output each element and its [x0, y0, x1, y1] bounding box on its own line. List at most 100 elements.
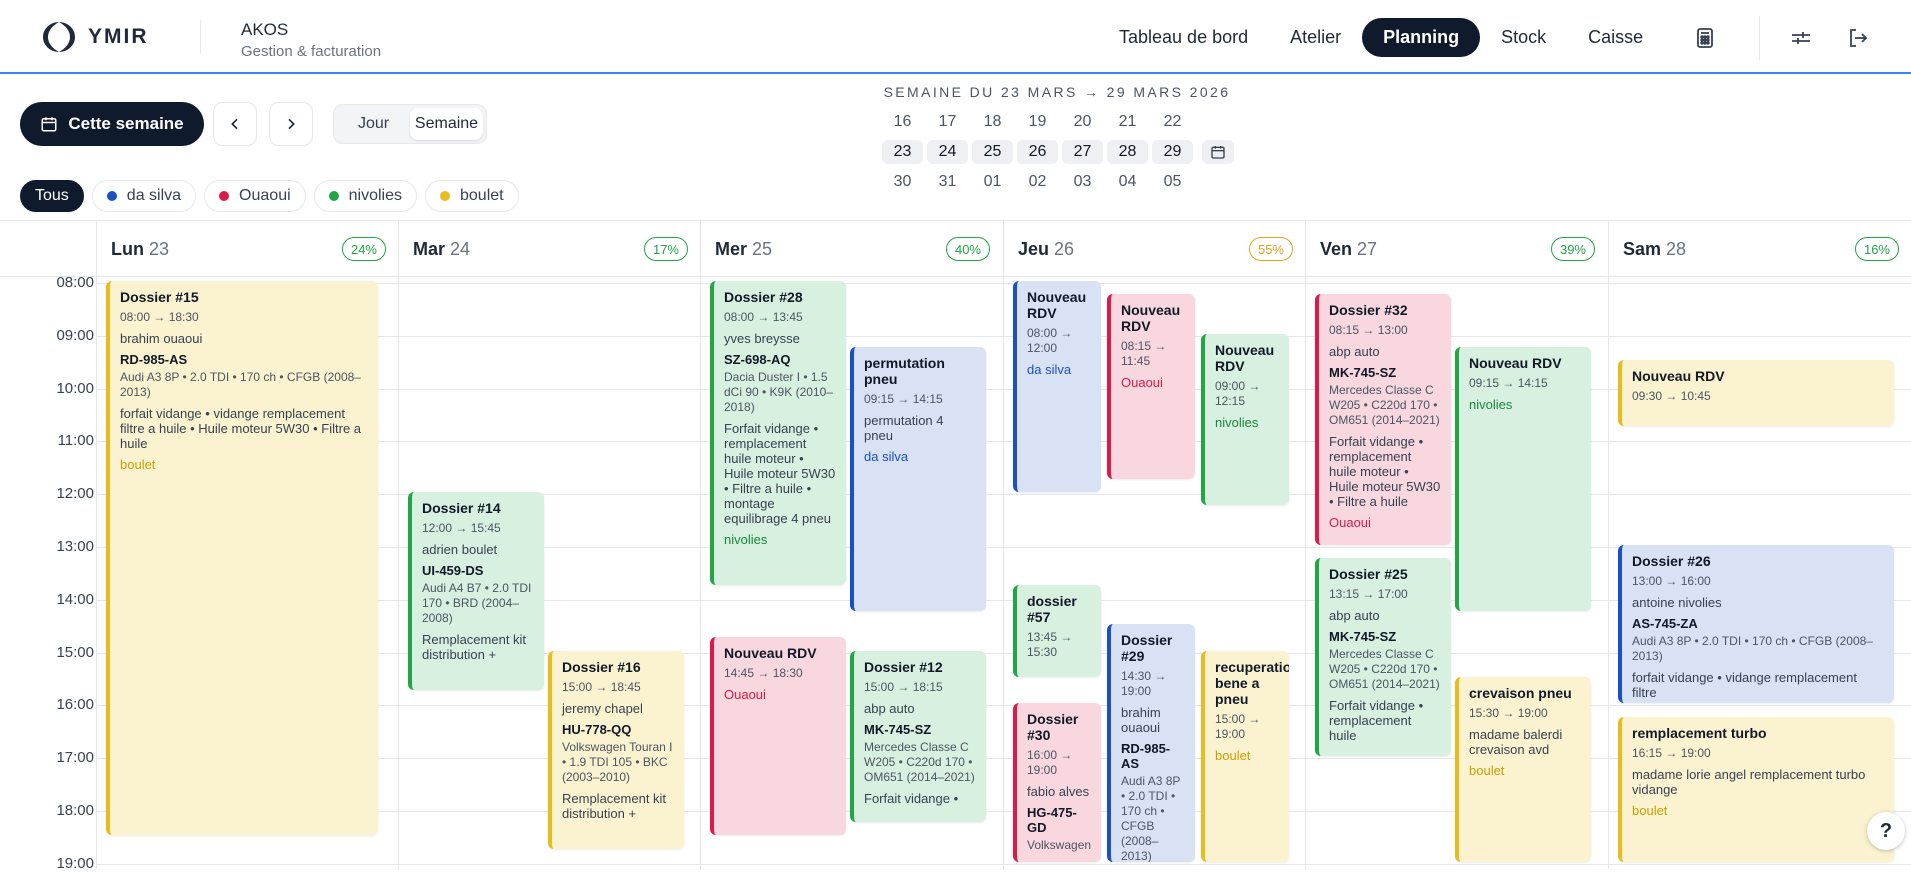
appointment-title: recuperation bene a pneu	[1215, 658, 1289, 707]
mini-day[interactable]: 21	[1105, 110, 1150, 134]
appointment-time: 15:00 → 19:00	[1215, 711, 1261, 741]
appointment-title: Dossier #26	[1632, 553, 1711, 569]
this-week-button[interactable]: Cette semaine	[20, 102, 204, 146]
mini-day[interactable]: 02	[1015, 170, 1060, 194]
appointment-card[interactable]: Dossier #29 14:30 → 19:00 brahim ouaoui RD-…	[1107, 624, 1195, 862]
header-corner	[0, 221, 96, 277]
appointment-work: forfait vidange • vidange remplacement f…	[120, 406, 362, 451]
appointment-card[interactable]: Dossier #26 13:00 → 16:00 antoine nivolies…	[1618, 545, 1894, 704]
occupancy-badge: 16%	[1854, 237, 1899, 261]
filter-boulet[interactable]: boulet	[425, 180, 519, 212]
tech-color-dot	[219, 191, 230, 201]
mini-day[interactable]: 22	[1150, 110, 1195, 134]
filter-tous[interactable]: Tous	[20, 180, 84, 212]
mini-day[interactable]: 17	[925, 110, 970, 134]
appointment-time: 09:15 → 14:15	[864, 392, 943, 406]
sliders-icon[interactable]	[1789, 26, 1813, 50]
mini-day[interactable]: 24	[927, 140, 968, 164]
appointment-time: 15:00 → 18:45	[562, 679, 641, 694]
appointment-title: Nouveau RDV	[1215, 341, 1275, 374]
hour-label: 19:00	[56, 854, 94, 872]
filter-ouaoui[interactable]: Ouaoui	[204, 180, 306, 212]
occupancy-badge: 39%	[1550, 237, 1595, 261]
filter-nivolies[interactable]: nivolies	[313, 180, 417, 212]
view-day-button[interactable]: Jour	[337, 108, 410, 140]
prev-week-button[interactable]	[213, 102, 257, 146]
appointment-card[interactable]: Dossier #25 13:15 → 17:00 abp auto MK-745-S…	[1315, 558, 1451, 757]
appointment-card[interactable]: Nouveau RDV 08:00 → 12:00 da silva	[1013, 281, 1101, 493]
day-label: Jeu 26	[1018, 239, 1074, 260]
mini-day[interactable]: 29	[1152, 140, 1193, 164]
appointment-card[interactable]: Dossier #15 08:00 → 18:30 brahim ouaoui RD-…	[106, 281, 378, 836]
appointment-card[interactable]: Nouveau RDV 09:00 → 12:15 nivolies	[1201, 333, 1289, 506]
appointment-time: 08:15 → 11:45	[1121, 339, 1167, 369]
mini-day[interactable]: 20	[1060, 110, 1105, 134]
logo-text: YMIR	[88, 25, 149, 48]
day-header: Lun 23 24%	[96, 221, 398, 277]
date-picker-button[interactable]	[1202, 140, 1234, 164]
appointment-title: Nouveau RDV	[724, 645, 817, 662]
appointment-plate: SZ-698-AQ	[724, 352, 791, 367]
mini-day[interactable]: 26	[1017, 140, 1058, 164]
appointment-card[interactable]: Nouveau RDV 14:45 → 18:30 Ouaoui	[710, 637, 846, 836]
nav-planning[interactable]: Planning	[1362, 18, 1481, 57]
hour-label: 15:00	[56, 643, 94, 661]
mini-day[interactable]: 30	[880, 170, 925, 194]
mini-day[interactable]: 27	[1062, 140, 1103, 164]
mini-day[interactable]: 18	[970, 110, 1015, 134]
appointment-card[interactable]: Nouveau RDV 08:15 → 11:45 Ouaoui	[1107, 294, 1195, 479]
mini-day[interactable]: 05	[1150, 170, 1195, 194]
appointment-plate: HU-778-QQ	[562, 721, 632, 737]
hour-label: 08:00	[56, 274, 94, 291]
appointment-card[interactable]: Nouveau RDV 09:15 → 14:15 nivolies	[1455, 347, 1591, 611]
nav-stock[interactable]: Stock	[1480, 18, 1567, 57]
column-line	[1608, 277, 1609, 869]
mini-day[interactable]: 01	[970, 170, 1015, 194]
appointment-card[interactable]: crevaison pneu 15:30 → 19:00 madame balerd…	[1455, 677, 1591, 862]
appointment-card[interactable]: Dossier #30 16:00 → 19:00 fabio alves HG-47…	[1013, 703, 1101, 862]
day-name: Jeu	[1018, 239, 1050, 259]
mini-day[interactable]: 03	[1060, 170, 1105, 194]
top-bar: YMIR AKOS Gestion & facturation Tableau …	[0, 0, 1911, 74]
appointment-card[interactable]: Dossier #32 08:15 → 13:00 abp auto MK-745-S…	[1315, 294, 1451, 545]
nav-atelier[interactable]: Atelier	[1269, 18, 1362, 57]
appointment-client: abp auto	[1329, 344, 1380, 360]
mini-day[interactable]: 25	[972, 140, 1013, 164]
day-number: 25	[752, 239, 773, 259]
appointment-time: 14:45 → 18:30	[724, 666, 803, 681]
appointment-card[interactable]: Dossier #28 08:00 → 13:45 yves breysse SZ-6…	[710, 281, 846, 585]
appointment-work: forfait vidange • vidange remplacement f…	[1632, 670, 1857, 700]
help-button[interactable]: ?	[1867, 812, 1905, 850]
filter-da-silva[interactable]: da silva	[91, 180, 197, 212]
appointment-title: Dossier #16	[562, 658, 641, 675]
calculator-icon[interactable]	[1693, 26, 1717, 50]
mini-day[interactable]: 28	[1107, 140, 1148, 164]
nav-caisse[interactable]: Caisse	[1567, 18, 1664, 57]
appointment-card[interactable]: recuperation bene a pneu 15:00 → 19:00 bou…	[1201, 650, 1289, 862]
mini-row-prev: 16 17 18 19 20 21 22	[880, 110, 1195, 134]
mini-day[interactable]: 04	[1105, 170, 1150, 194]
divider	[1759, 16, 1760, 60]
nav-tableau-de-bord[interactable]: Tableau de bord	[1098, 18, 1269, 57]
appointment-card[interactable]: remplacement turbo 16:15 → 19:00 madame lo…	[1618, 716, 1894, 862]
tech-color-dot	[106, 191, 117, 201]
appointment-work: Forfait vidange • remplacement huile mot…	[1329, 434, 1441, 510]
mini-day[interactable]: 16	[880, 110, 925, 134]
appointment-card[interactable]: Dossier #16 15:00 → 18:45 jeremy chapel HU-…	[548, 650, 684, 849]
view-week-button[interactable]: Semaine	[410, 108, 483, 140]
appointment-vehicle: Mercedes Classe C W205 • C220d 170 • OM6…	[1329, 647, 1440, 692]
day-header: Sam 28 16%	[1608, 221, 1911, 277]
appointment-card[interactable]: Dossier #14 12:00 → 15:45 adrien boulet UI-…	[408, 492, 544, 691]
appointment-card[interactable]: dossier #57 13:45 → 15:30	[1013, 584, 1101, 677]
next-week-button[interactable]	[269, 102, 313, 146]
appointment-card[interactable]: Dossier #12 15:00 → 18:15 abp auto MK-745-S…	[850, 650, 986, 823]
ymir-logo[interactable]: YMIR	[38, 18, 149, 56]
mini-day[interactable]: 31	[925, 170, 970, 194]
mini-day[interactable]: 19	[1015, 110, 1060, 134]
logout-icon[interactable]	[1846, 26, 1870, 50]
appointment-card[interactable]: permutation pneu 09:15 → 14:15 permutation…	[850, 347, 986, 611]
mini-day[interactable]: 23	[882, 140, 923, 164]
hour-label: 13:00	[56, 538, 94, 555]
appointment-client: yves breysse	[724, 331, 800, 346]
appointment-card[interactable]: Nouveau RDV 09:30 → 10:45	[1618, 360, 1894, 427]
